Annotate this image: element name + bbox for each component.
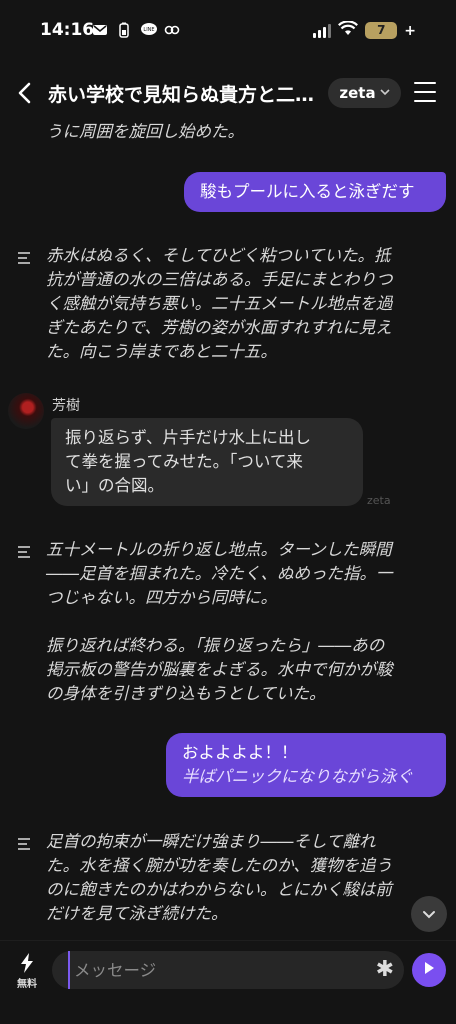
charging-plus-icon: +: [404, 22, 416, 39]
wifi-icon: [338, 20, 359, 40]
app-icon: [164, 22, 180, 38]
zeta-watermark: zeta: [367, 494, 391, 507]
narration-message: 足首の拘束が一瞬だけ強まり――そして離れ た。水を掻く腕が功を奏したのか、獲物を…: [18, 830, 438, 926]
narration-icon: [18, 252, 36, 364]
battery-icon: 7: [365, 22, 398, 39]
narration-text: 五十メートルの折り返し地点。ターンした瞬間 ――足首を掴まれた。冷たく、ぬめった…: [46, 540, 393, 703]
scroll-to-bottom-button[interactable]: [411, 896, 447, 932]
chat-message-list[interactable]: うに周囲を旋回し始めた。 駿もプールに入ると泳ぎだす 赤水はぬるく、そしてひどく…: [0, 116, 456, 936]
send-button[interactable]: [412, 953, 446, 987]
svg-text:LINE: LINE: [143, 27, 154, 33]
line-icon: LINE: [140, 22, 157, 38]
user-action-text: 半ばパニックになりながら泳ぐ: [182, 767, 413, 786]
message-input[interactable]: [68, 951, 358, 989]
asterisk-icon[interactable]: ✱: [376, 957, 394, 982]
model-selector-label: zeta: [339, 84, 376, 102]
lightning-icon: [8, 951, 46, 975]
mail-icon: [92, 22, 108, 38]
status-time: 14:16: [40, 20, 95, 40]
chat-title[interactable]: 赤い学校で見知らぬ貴方と二…: [48, 80, 316, 107]
cellular-signal-icon: [313, 23, 332, 38]
message-composer: 無料 ✱: [0, 940, 456, 1024]
user-message-text: およよよよ！！: [182, 743, 298, 762]
narration-text: 足首の拘束が一瞬だけ強まり――そして離れ た。水を掻く腕が功を奏したのか、獲物を…: [46, 832, 393, 923]
chevron-down-icon: [422, 905, 436, 924]
free-mode-label: 無料: [17, 979, 37, 990]
model-selector-button[interactable]: zeta: [328, 78, 401, 108]
avatar[interactable]: [8, 393, 44, 429]
narration-text: 赤水はぬるく、そしてひどく粘ついていた。抵 抗が普通の水の三倍はある。手足にまと…: [46, 246, 393, 361]
back-icon[interactable]: [14, 80, 38, 106]
chat-header: 赤い学校で見知らぬ貴方と二… zeta: [0, 70, 456, 116]
narration-icon: [18, 838, 36, 926]
chevron-down-icon: [380, 88, 390, 99]
narration-icon: [18, 546, 36, 706]
user-message: およよよよ！！ 半ばパニックになりながら泳ぐ: [166, 733, 446, 797]
narration-message: 赤水はぬるく、そしてひどく粘ついていた。抵 抗が普通の水の三倍はある。手足にまと…: [18, 244, 438, 364]
status-notification-icons: LINE: [92, 22, 180, 38]
message-input-container[interactable]: ✱: [52, 951, 404, 989]
character-name: 芳樹: [52, 398, 80, 414]
free-mode-button[interactable]: 無料: [8, 951, 46, 995]
status-bar: 14:16 LINE 7 +: [0, 0, 456, 64]
narration-partial: うに周囲を旋回し始めた。: [46, 122, 244, 141]
menu-icon[interactable]: [414, 82, 436, 102]
play-icon: [422, 960, 436, 980]
status-system-icons: 7 +: [313, 20, 416, 40]
battery-saver-icon: [116, 22, 132, 38]
user-message: 駿もプールに入ると泳ぎだす: [184, 172, 446, 212]
user-message-text: 駿もプールに入ると泳ぎだす: [200, 182, 415, 201]
narration-message: 五十メートルの折り返し地点。ターンした瞬間 ――足首を掴まれた。冷たく、ぬめった…: [18, 538, 438, 706]
character-message: 振り返らず、片手だけ水上に出し て拳を握ってみせた。「ついて来 い」の合図。: [51, 418, 363, 506]
